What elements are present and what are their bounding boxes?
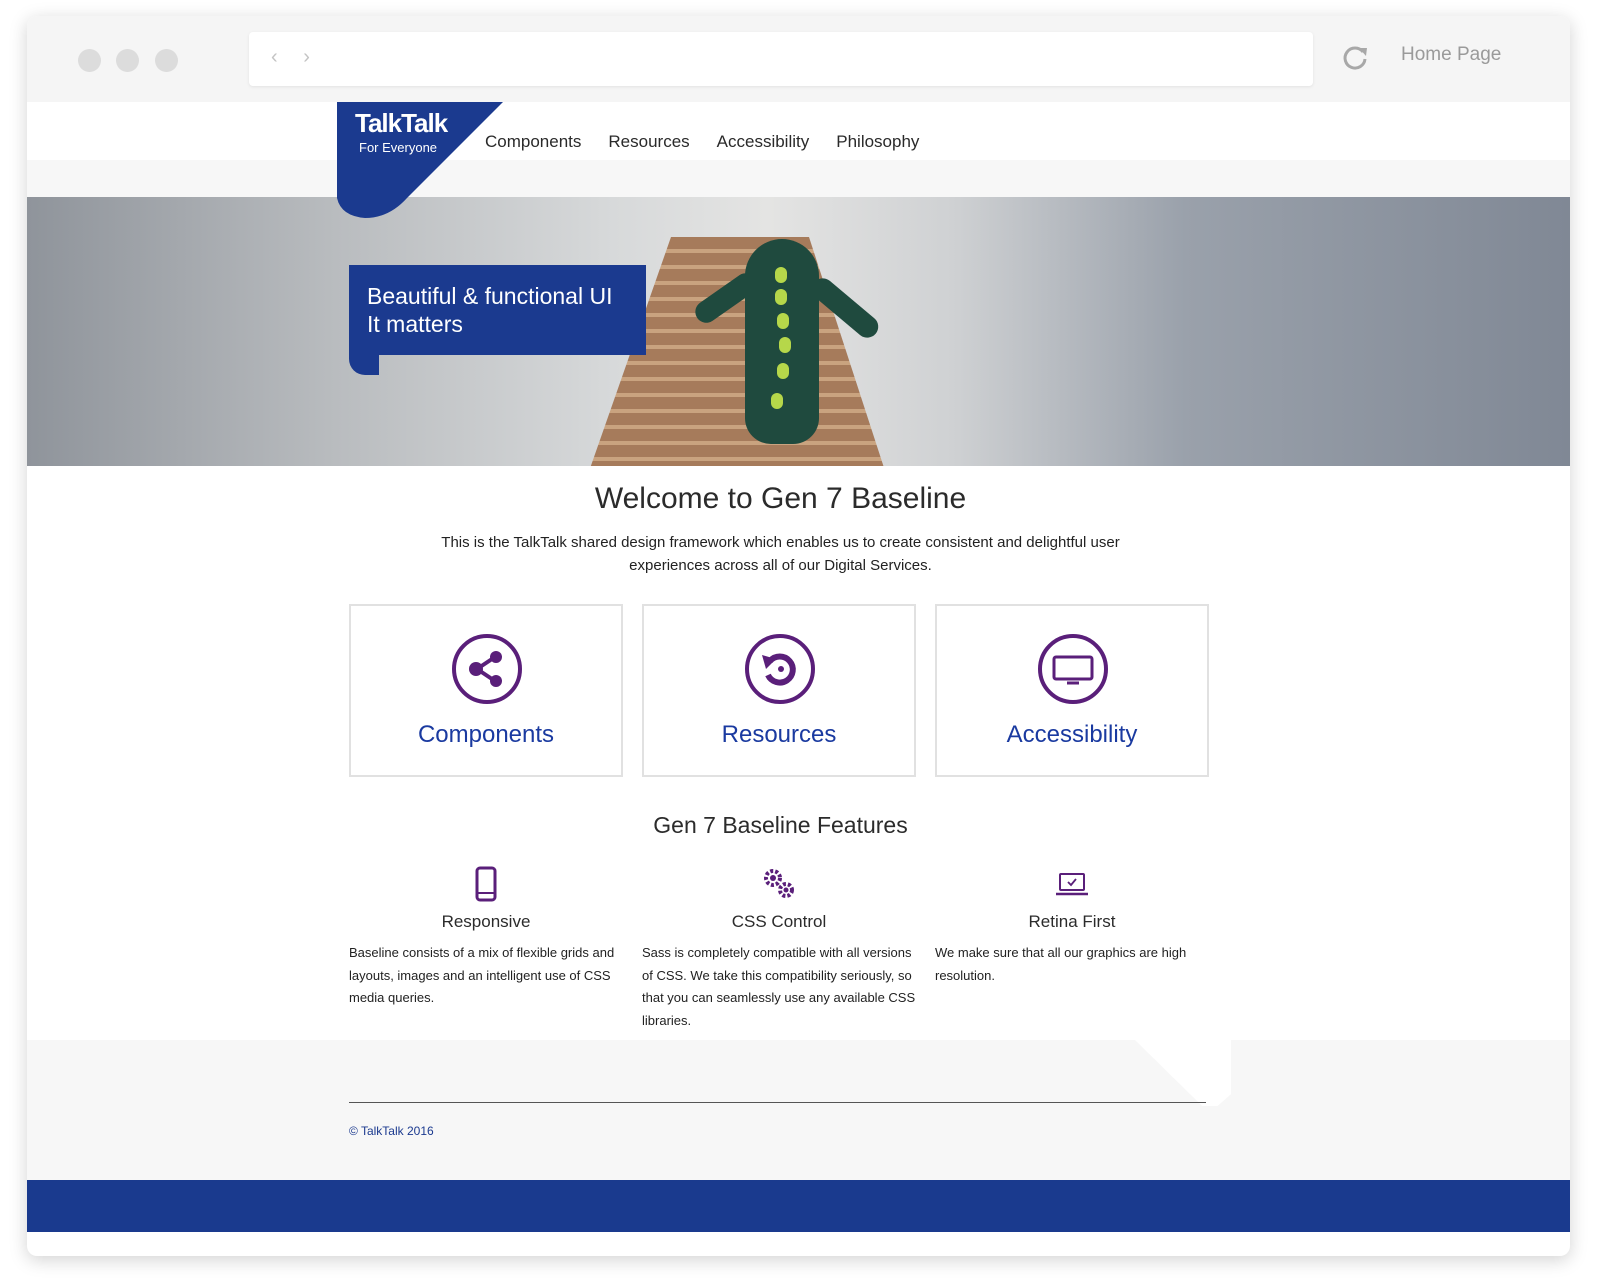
footer-divider bbox=[349, 1102, 1206, 1103]
monitor-icon bbox=[1038, 634, 1108, 704]
window-close-button[interactable] bbox=[78, 49, 101, 72]
nav-philosophy[interactable]: Philosophy bbox=[836, 132, 919, 152]
talktalk-logo[interactable]: TalkTalk For Everyone bbox=[337, 102, 523, 220]
hero-callout: Beautiful & functional UI It matters bbox=[349, 265, 646, 355]
logo-brand: TalkTalk bbox=[355, 108, 448, 138]
back-forward-icons[interactable]: ‹ › bbox=[271, 46, 320, 69]
welcome-title: Welcome to Gen 7 Baseline bbox=[594, 482, 967, 515]
browser-toolbar: ‹ › Home Page bbox=[27, 16, 1570, 102]
logo-tagline: For Everyone bbox=[359, 140, 438, 155]
costume-spike bbox=[777, 363, 789, 379]
footer-notch bbox=[1135, 1040, 1231, 1106]
mobile-icon bbox=[475, 866, 497, 902]
nav-resources[interactable]: Resources bbox=[608, 132, 689, 152]
address-bar[interactable]: ‹ › bbox=[249, 32, 1313, 86]
main-nav: Components Resources Accessibility Philo… bbox=[485, 132, 946, 152]
copyright: © TalkTalk 2016 bbox=[349, 1124, 434, 1138]
refresh-icon bbox=[745, 634, 815, 704]
card-components-label: Components bbox=[417, 721, 555, 748]
feature-responsive-title: Responsive bbox=[441, 912, 531, 931]
feature-responsive-text: Baseline consists of a mix of flexible g… bbox=[349, 945, 615, 1005]
reload-icon[interactable] bbox=[1339, 42, 1371, 74]
feature-css-control-title: CSS Control bbox=[731, 912, 827, 931]
window-maximize-button[interactable] bbox=[155, 49, 178, 72]
window-minimize-button[interactable] bbox=[116, 49, 139, 72]
laptop-check-icon bbox=[1056, 873, 1088, 896]
callout-tail bbox=[349, 353, 379, 375]
feature-retina-first-title: Retina First bbox=[1028, 912, 1116, 931]
welcome-intro: This is the TalkTalk shared design frame… bbox=[441, 534, 1120, 574]
feature-css-control-text: Sass is completely compatible with all v… bbox=[642, 945, 916, 1028]
footer-bottom-bar bbox=[27, 1180, 1570, 1232]
costume-spike bbox=[779, 337, 791, 353]
page-title: Home Page bbox=[1401, 44, 1502, 65]
footer: © TalkTalk 2016 bbox=[27, 1040, 1570, 1180]
card-accessibility-label: Accessibility bbox=[1006, 721, 1138, 748]
hero-headline: Beautiful & functional UI bbox=[367, 283, 613, 309]
gears-icon bbox=[764, 869, 794, 898]
card-components[interactable]: Components bbox=[349, 604, 623, 777]
costume-spike bbox=[777, 313, 789, 329]
features-title: Gen 7 Baseline Features bbox=[653, 812, 908, 838]
hero-subline: It matters bbox=[367, 311, 463, 337]
header-subbar bbox=[27, 160, 1570, 197]
costume-spike bbox=[771, 393, 783, 409]
costume-spike bbox=[775, 289, 787, 305]
card-accessibility[interactable]: Accessibility bbox=[935, 604, 1209, 777]
browser-window: ‹ › Home Page TalkTalk For Everyone Comp… bbox=[27, 16, 1570, 1256]
costume-spike bbox=[775, 267, 787, 283]
feature-retina-first-text: We make sure that all our graphics are h… bbox=[935, 945, 1187, 983]
nav-accessibility[interactable]: Accessibility bbox=[717, 132, 810, 152]
card-resources-label: Resources bbox=[721, 721, 837, 748]
card-resources[interactable]: Resources bbox=[642, 604, 916, 777]
share-icon bbox=[452, 634, 522, 704]
hero-banner: Beautiful & functional UI It matters bbox=[27, 197, 1570, 466]
